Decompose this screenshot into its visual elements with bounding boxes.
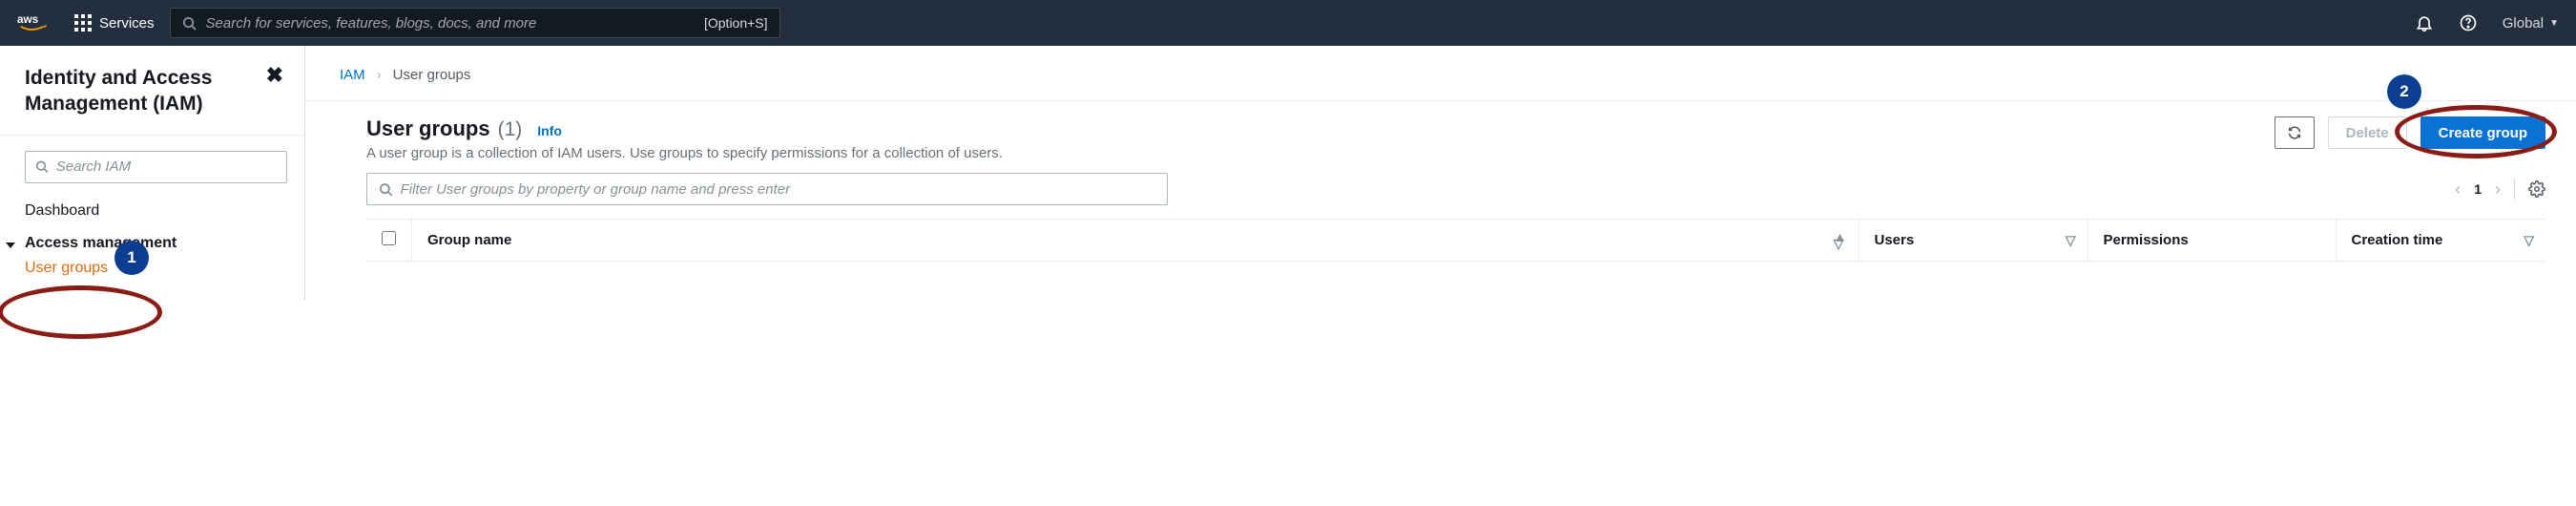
search-shortcut: [Option+S] <box>704 15 768 31</box>
filter-input[interactable] <box>401 181 1155 198</box>
notifications-icon[interactable] <box>2415 13 2434 32</box>
annotation-ring-1 <box>0 285 162 339</box>
pagination: ‹ 1 › <box>2455 179 2545 200</box>
page-title: User groups <box>366 116 490 141</box>
global-search-input[interactable] <box>206 15 695 32</box>
delete-button[interactable]: Delete <box>2328 116 2407 149</box>
groups-table: Group name▲▽ Users▽ Permissions Creation… <box>366 219 2545 262</box>
table-settings-button[interactable] <box>2528 180 2545 198</box>
sort-icon: ▽ <box>2066 237 2076 243</box>
region-selector[interactable]: Global ▼ <box>2503 15 2559 32</box>
sidebar: Identity and Access Management (IAM) ✖ D… <box>0 46 305 300</box>
page-description: A user group is a collection of IAM user… <box>366 145 1003 161</box>
sidebar-item-dashboard[interactable]: Dashboard <box>25 197 287 225</box>
services-menu[interactable]: Services <box>74 14 155 32</box>
content-area: IAM › User groups User groups (1) Info A… <box>305 46 2576 300</box>
filter-input-wrap[interactable] <box>366 173 1168 205</box>
select-all-checkbox[interactable] <box>382 231 396 245</box>
refresh-icon <box>2287 125 2302 140</box>
col-users[interactable]: Users▽ <box>1859 220 2088 262</box>
info-link[interactable]: Info <box>537 123 562 138</box>
chevron-right-icon: › <box>377 67 382 83</box>
sidebar-search[interactable] <box>25 151 287 183</box>
grid-icon <box>74 14 92 32</box>
col-creation-time[interactable]: Creation time▽ <box>2336 220 2545 262</box>
close-icon[interactable]: ✖ <box>266 65 283 86</box>
annotation-badge-2: 2 <box>2387 74 2421 109</box>
page-number: 1 <box>2474 181 2482 197</box>
breadcrumb-current: User groups <box>393 67 471 83</box>
col-group-name[interactable]: Group name▲▽ <box>412 220 1859 262</box>
global-search[interactable]: [Option+S] <box>170 8 780 38</box>
group-count: (1) <box>498 118 523 141</box>
page-prev-icon[interactable]: ‹ <box>2455 179 2461 200</box>
breadcrumb: IAM › User groups <box>340 67 2545 83</box>
region-label: Global <box>2503 15 2544 32</box>
help-icon[interactable] <box>2459 13 2478 32</box>
page-next-icon[interactable]: › <box>2495 179 2501 200</box>
aws-logo[interactable]: aws <box>17 11 59 34</box>
sidebar-search-input[interactable] <box>56 158 277 175</box>
search-icon <box>182 16 197 31</box>
sidebar-section-access-management[interactable]: Access management <box>25 225 287 256</box>
top-nav: aws Services [Option+S] Global ▼ <box>0 0 2576 46</box>
refresh-button[interactable] <box>2275 116 2315 149</box>
annotation-badge-1: 1 <box>114 241 149 275</box>
search-icon <box>35 159 49 174</box>
gear-icon <box>2528 180 2545 198</box>
sort-icon: ▽ <box>2524 237 2534 243</box>
services-label: Services <box>99 15 155 32</box>
sidebar-title: Identity and Access Management (IAM) <box>25 65 244 117</box>
breadcrumb-root[interactable]: IAM <box>340 67 365 83</box>
chevron-down-icon: ▼ <box>2549 18 2559 29</box>
sidebar-item-user-groups[interactable]: User groups <box>25 256 287 281</box>
col-permissions[interactable]: Permissions <box>2088 220 2336 262</box>
search-icon <box>379 182 393 197</box>
sort-icon: ▲▽ <box>1834 234 1847 247</box>
select-all-header[interactable] <box>366 220 412 262</box>
create-group-button[interactable]: Create group <box>2420 116 2545 149</box>
svg-text:aws: aws <box>17 13 39 26</box>
